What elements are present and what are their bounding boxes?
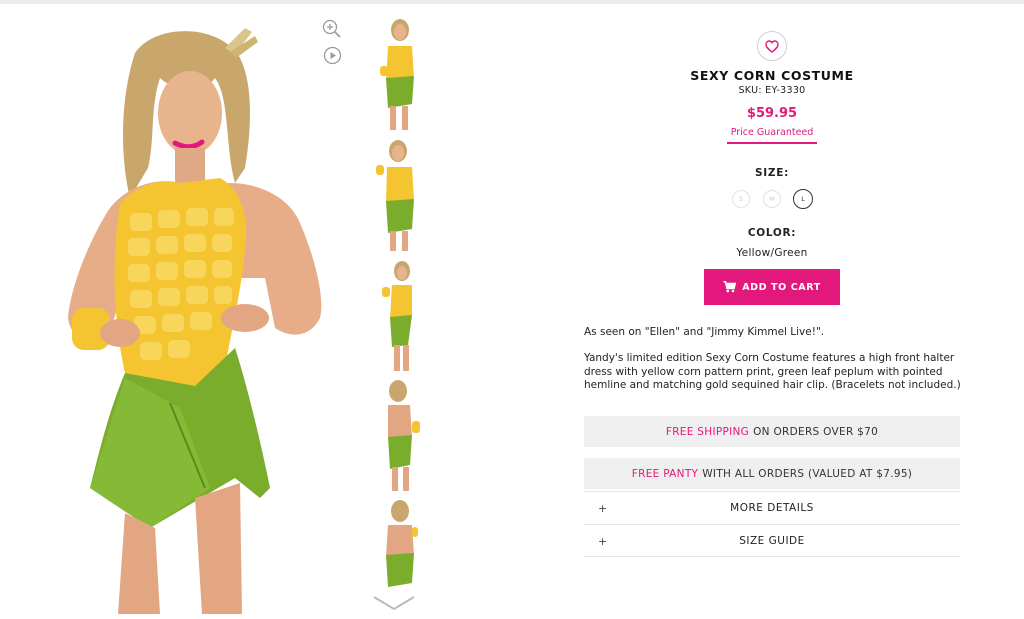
product-description: Yandy's limited edition Sexy Corn Costum…	[584, 352, 961, 392]
heart-icon	[765, 39, 779, 53]
seen-on-text: As seen on "Ellen" and "Jimmy Kimmel Liv…	[584, 326, 825, 338]
color-value: Yellow/Green	[736, 247, 808, 259]
thumbnail-4[interactable]	[372, 377, 424, 491]
promo-text: WITH ALL ORDERS (VALUED AT $7.95)	[702, 467, 913, 480]
play-icon[interactable]	[323, 46, 342, 65]
product-title: SEXY CORN COSTUME	[690, 68, 854, 83]
size-option-m[interactable]: M	[763, 190, 781, 208]
product-sku: SKU: EY-3330	[738, 85, 806, 96]
more-details-toggle[interactable]: + MORE DETAILS	[584, 491, 960, 524]
wishlist-button[interactable]	[757, 31, 787, 61]
top-bar	[0, 0, 1024, 4]
size-option-s[interactable]: S	[732, 190, 750, 208]
price-guaranteed-link[interactable]: Price Guaranteed	[727, 127, 817, 144]
zoom-in-icon[interactable]	[322, 19, 342, 39]
plus-icon: +	[598, 501, 608, 515]
main-product-image[interactable]	[30, 18, 350, 614]
add-to-cart-button[interactable]: ADD TO CART	[704, 269, 840, 305]
promo-text: ON ORDERS OVER $70	[753, 425, 879, 438]
add-to-cart-label: ADD TO CART	[742, 281, 821, 293]
plus-icon: +	[598, 534, 608, 548]
model-illustration	[68, 28, 322, 614]
product-price: $59.95	[746, 106, 798, 121]
thumbnail-2[interactable]	[372, 137, 424, 251]
cart-icon	[723, 281, 737, 293]
color-label: COLOR:	[747, 227, 797, 239]
promo-highlight: FREE SHIPPING	[665, 425, 750, 438]
size-guide-label: SIZE GUIDE	[739, 535, 805, 547]
divider	[584, 556, 960, 557]
free-panty-banner: FREE PANTY WITH ALL ORDERS (VALUED AT $7…	[584, 458, 960, 489]
size-option-l[interactable]: L	[793, 189, 813, 209]
more-details-label: MORE DETAILS	[730, 502, 814, 514]
free-shipping-banner: FREE SHIPPING ON ORDERS OVER $70	[584, 416, 960, 447]
promo-highlight: FREE PANTY	[631, 467, 699, 480]
size-guide-toggle[interactable]: + SIZE GUIDE	[584, 524, 960, 557]
size-label: SIZE:	[755, 167, 789, 179]
thumbnail-3[interactable]	[372, 257, 424, 371]
thumbnail-1[interactable]	[372, 16, 424, 130]
chevron-down-icon[interactable]	[370, 593, 418, 613]
